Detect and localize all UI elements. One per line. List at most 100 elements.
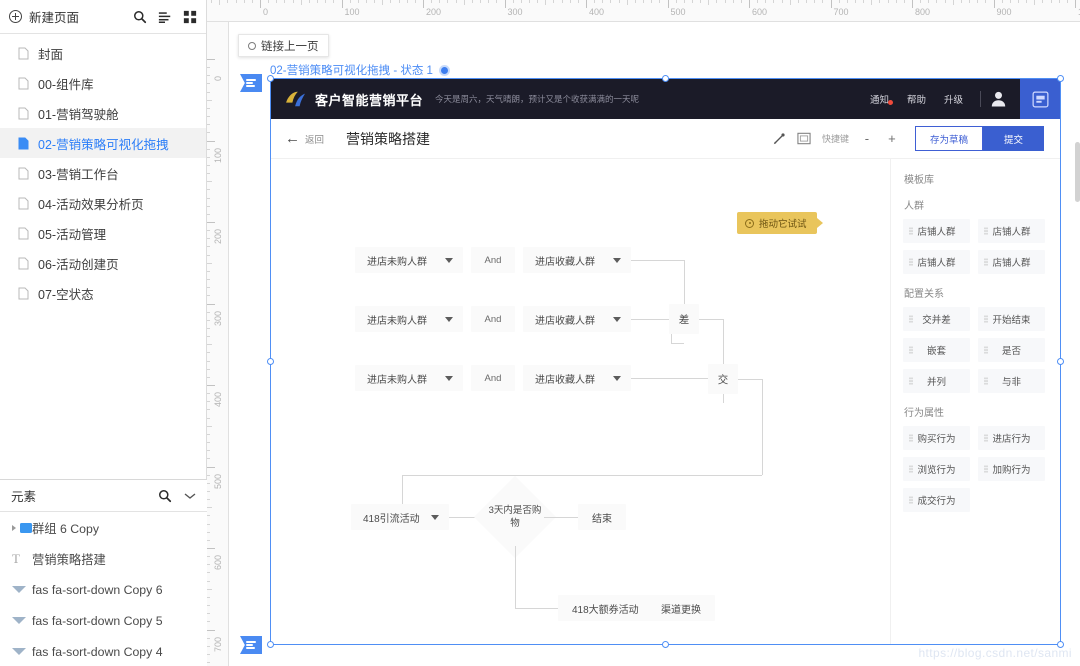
vertical-ruler[interactable]: 010020030040050060070080090010001100: [207, 22, 229, 666]
condition-node-right-2[interactable]: 进店收藏人群: [523, 306, 631, 332]
drag-handle-icon[interactable]: [984, 434, 988, 442]
artboard-flag-bottom[interactable]: [240, 636, 262, 654]
page-item-2[interactable]: 01-营销驾驶舱: [0, 98, 206, 128]
list-item[interactable]: T 营销策略搭建: [0, 543, 207, 574]
library-item[interactable]: 与非: [978, 369, 1045, 393]
drag-handle-icon[interactable]: [909, 434, 913, 442]
state-badge-icon[interactable]: [438, 64, 450, 76]
end-node[interactable]: 结束: [578, 504, 626, 530]
chevron-down-icon[interactable]: [445, 375, 453, 381]
drag-handle-icon[interactable]: [909, 315, 913, 323]
chevron-down-icon[interactable]: [184, 492, 196, 500]
zoom-in-button[interactable]: +: [885, 131, 899, 146]
add-page-icon[interactable]: [9, 10, 22, 23]
page-item-6[interactable]: 05-活动管理: [0, 218, 206, 248]
chevron-down-icon[interactable]: [445, 316, 453, 322]
grid-icon[interactable]: [183, 10, 197, 24]
app-switcher-button[interactable]: [1020, 79, 1060, 119]
notification-link[interactable]: 通知: [861, 92, 898, 106]
channel-node[interactable]: 渠道更换: [647, 595, 715, 621]
page-item-4[interactable]: 03-营销工作台: [0, 158, 206, 188]
library-item[interactable]: 购买行为: [903, 426, 970, 450]
drag-handle-icon[interactable]: [909, 496, 913, 504]
save-draft-button[interactable]: 存为草稿: [914, 126, 983, 151]
chevron-down-icon[interactable]: [613, 316, 621, 322]
condition-node-left-1[interactable]: 进店未购人群: [355, 247, 463, 273]
drag-handle-icon[interactable]: [909, 346, 913, 354]
upgrade-link[interactable]: 升级: [935, 92, 972, 106]
operator-and-2[interactable]: And: [471, 306, 515, 332]
avatar-icon[interactable]: [991, 91, 1006, 107]
library-item[interactable]: 并列: [903, 369, 970, 393]
shortcut-label[interactable]: 快捷键: [822, 132, 849, 145]
back-button[interactable]: ← 返回: [285, 131, 324, 146]
search-icon[interactable]: [133, 10, 147, 24]
zoom-out-button[interactable]: -: [860, 131, 874, 146]
drag-handle-icon[interactable]: [909, 377, 913, 385]
coupon-node[interactable]: 418大额券活动: [558, 595, 653, 621]
page-item-8[interactable]: 07-空状态: [0, 278, 206, 308]
drag-handle-icon[interactable]: [984, 377, 988, 385]
ruler-tick: [207, 572, 210, 574]
help-link[interactable]: 帮助: [898, 92, 935, 106]
condition-node-right-3[interactable]: 进店收藏人群: [523, 365, 631, 391]
link-previous-page-chip[interactable]: 链接上一页: [238, 34, 329, 57]
drag-handle-icon[interactable]: [984, 227, 988, 235]
operator-node-diff[interactable]: 差: [669, 304, 699, 334]
library-item[interactable]: 嵌套: [903, 338, 970, 362]
flow-canvas[interactable]: 拖动它试试 进店未购人群 And 进店收藏人群 进店未购人群 And 进店收藏人…: [271, 159, 890, 644]
drag-handle-icon[interactable]: [984, 258, 988, 266]
operator-and-3[interactable]: And: [471, 365, 515, 391]
pen-expand-icon[interactable]: [772, 132, 786, 146]
library-item[interactable]: 店铺人群: [903, 250, 970, 274]
library-item[interactable]: 进店行为: [978, 426, 1045, 450]
library-item[interactable]: 是否: [978, 338, 1045, 362]
page-item-5[interactable]: 04-活动效果分析页: [0, 188, 206, 218]
library-item[interactable]: 交并差: [903, 307, 970, 331]
page-item-3-active[interactable]: 02-营销策略可视化拖拽: [0, 128, 206, 158]
ruler-tick: [1009, 0, 1011, 3]
list-item[interactable]: fas fa-sort-down Copy 4: [0, 636, 207, 666]
list-item[interactable]: fas fa-sort-down Copy 5: [0, 605, 207, 636]
ruler-tick: [207, 140, 215, 142]
page-item-7[interactable]: 06-活动创建页: [0, 248, 206, 278]
drag-handle-icon[interactable]: [984, 346, 988, 354]
operator-label: 交: [717, 373, 729, 386]
library-item[interactable]: 开始结束: [978, 307, 1045, 331]
chevron-down-icon[interactable]: [431, 514, 439, 520]
frame-icon[interactable]: [797, 132, 811, 145]
library-item[interactable]: 店铺人群: [978, 219, 1045, 243]
horizontal-ruler[interactable]: -100010020030040050060070080090010001100…: [207, 0, 1080, 22]
library-item[interactable]: 成交行为: [903, 488, 970, 512]
chevron-down-icon[interactable]: [445, 257, 453, 263]
drag-handle-icon[interactable]: [909, 465, 913, 473]
operator-node-intersect[interactable]: 交: [708, 364, 738, 394]
ruler-tick: [708, 0, 710, 5]
drag-handle-icon[interactable]: [909, 258, 913, 266]
drag-handle-icon[interactable]: [984, 465, 988, 473]
library-item[interactable]: 加购行为: [978, 457, 1045, 481]
condition-node-right-1[interactable]: 进店收藏人群: [523, 247, 631, 273]
submit-button[interactable]: 提交: [982, 126, 1044, 151]
drag-handle-icon[interactable]: [909, 227, 913, 235]
condition-node-left-2[interactable]: 进店未购人群: [355, 306, 463, 332]
page-item-0[interactable]: 封面: [0, 38, 206, 68]
chevron-down-icon[interactable]: [613, 375, 621, 381]
search-icon[interactable]: [158, 489, 172, 503]
drag-handle-icon[interactable]: [984, 315, 988, 323]
page-item-1[interactable]: 00-组件库: [0, 68, 206, 98]
list-item[interactable]: fas fa-sort-down Copy 6: [0, 574, 207, 605]
ruler-tick: [207, 401, 210, 403]
activity-node[interactable]: 418引流活动: [351, 504, 449, 530]
library-item[interactable]: 浏览行为: [903, 457, 970, 481]
canvas-scrollbar[interactable]: [1075, 142, 1080, 202]
chevron-down-icon[interactable]: [613, 257, 621, 263]
list-item[interactable]: 群组 6 Copy: [0, 512, 207, 543]
library-item[interactable]: 店铺人群: [978, 250, 1045, 274]
operator-and-1[interactable]: And: [471, 247, 515, 273]
design-canvas[interactable]: 链接上一页 02-营销策略可视化拖拽 - 状态 1 客户智能营销平台 今天是周六…: [229, 22, 1080, 666]
artboard-flag-top[interactable]: [240, 74, 262, 92]
library-item[interactable]: 店铺人群: [903, 219, 970, 243]
condition-node-left-3[interactable]: 进店未购人群: [355, 365, 463, 391]
sort-list-icon[interactable]: [158, 10, 172, 24]
